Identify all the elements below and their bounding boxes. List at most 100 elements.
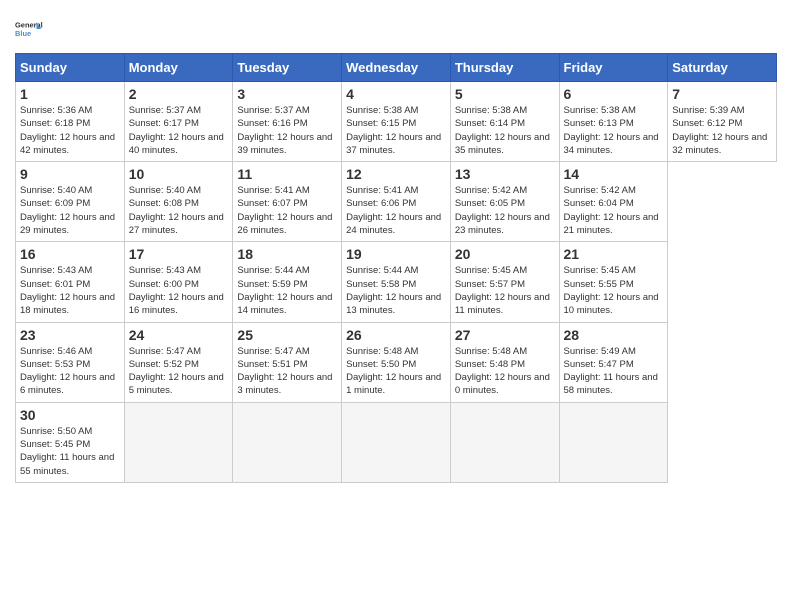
calendar-day-cell — [450, 402, 559, 482]
day-info: Sunrise: 5:43 AMSunset: 6:01 PMDaylight:… — [20, 264, 120, 317]
day-number: 25 — [237, 327, 337, 343]
day-info: Sunrise: 5:46 AMSunset: 5:53 PMDaylight:… — [20, 345, 120, 398]
weekday-header-row: SundayMondayTuesdayWednesdayThursdayFrid… — [16, 54, 777, 82]
day-info: Sunrise: 5:42 AMSunset: 6:05 PMDaylight:… — [455, 184, 555, 237]
calendar-day-cell: 19 Sunrise: 5:44 AMSunset: 5:58 PMDayligh… — [342, 242, 451, 322]
day-number: 10 — [129, 166, 229, 182]
calendar-day-cell: 2 Sunrise: 5:37 AMSunset: 6:17 PMDaylight… — [124, 82, 233, 162]
calendar-week-row: 1 Sunrise: 5:36 AMSunset: 6:18 PMDaylight… — [16, 82, 777, 162]
svg-text:Blue: Blue — [15, 29, 31, 38]
logo-icon: GeneralBlue — [15, 15, 43, 43]
day-number: 9 — [20, 166, 120, 182]
day-info: Sunrise: 5:37 AMSunset: 6:17 PMDaylight:… — [129, 104, 229, 157]
calendar-day-cell: 18 Sunrise: 5:44 AMSunset: 5:59 PMDayligh… — [233, 242, 342, 322]
day-number: 21 — [564, 246, 664, 262]
calendar-day-cell: 11 Sunrise: 5:41 AMSunset: 6:07 PMDayligh… — [233, 162, 342, 242]
day-info: Sunrise: 5:39 AMSunset: 6:12 PMDaylight:… — [672, 104, 772, 157]
weekday-header: Monday — [124, 54, 233, 82]
day-number: 19 — [346, 246, 446, 262]
day-info: Sunrise: 5:38 AMSunset: 6:13 PMDaylight:… — [564, 104, 664, 157]
day-number: 12 — [346, 166, 446, 182]
calendar-day-cell: 27 Sunrise: 5:48 AMSunset: 5:48 PMDayligh… — [450, 322, 559, 402]
day-number: 18 — [237, 246, 337, 262]
calendar-day-cell: 21 Sunrise: 5:45 AMSunset: 5:55 PMDayligh… — [559, 242, 668, 322]
day-info: Sunrise: 5:45 AMSunset: 5:55 PMDaylight:… — [564, 264, 664, 317]
day-info: Sunrise: 5:38 AMSunset: 6:15 PMDaylight:… — [346, 104, 446, 157]
calendar-day-cell: 24 Sunrise: 5:47 AMSunset: 5:52 PMDayligh… — [124, 322, 233, 402]
day-number: 26 — [346, 327, 446, 343]
day-info: Sunrise: 5:49 AMSunset: 5:47 PMDaylight:… — [564, 345, 664, 398]
day-number: 27 — [455, 327, 555, 343]
calendar-week-row: 30 Sunrise: 5:50 AMSunset: 5:45 PMDayligh… — [16, 402, 777, 482]
calendar-day-cell: 10 Sunrise: 5:40 AMSunset: 6:08 PMDayligh… — [124, 162, 233, 242]
day-number: 28 — [564, 327, 664, 343]
weekday-header: Sunday — [16, 54, 125, 82]
day-number: 13 — [455, 166, 555, 182]
day-number: 23 — [20, 327, 120, 343]
calendar-day-cell — [233, 402, 342, 482]
calendar-day-cell: 16 Sunrise: 5:43 AMSunset: 6:01 PMDayligh… — [16, 242, 125, 322]
day-info: Sunrise: 5:42 AMSunset: 6:04 PMDaylight:… — [564, 184, 664, 237]
calendar-day-cell: 28 Sunrise: 5:49 AMSunset: 5:47 PMDayligh… — [559, 322, 668, 402]
weekday-header: Tuesday — [233, 54, 342, 82]
day-number: 1 — [20, 86, 120, 102]
day-number: 4 — [346, 86, 446, 102]
calendar-day-cell: 6 Sunrise: 5:38 AMSunset: 6:13 PMDaylight… — [559, 82, 668, 162]
day-info: Sunrise: 5:36 AMSunset: 6:18 PMDaylight:… — [20, 104, 120, 157]
calendar-day-cell — [124, 402, 233, 482]
day-number: 6 — [564, 86, 664, 102]
day-number: 17 — [129, 246, 229, 262]
day-info: Sunrise: 5:48 AMSunset: 5:48 PMDaylight:… — [455, 345, 555, 398]
calendar-day-cell: 14 Sunrise: 5:42 AMSunset: 6:04 PMDayligh… — [559, 162, 668, 242]
day-info: Sunrise: 5:48 AMSunset: 5:50 PMDaylight:… — [346, 345, 446, 398]
page-header: GeneralBlue — [15, 15, 777, 43]
weekday-header: Saturday — [668, 54, 777, 82]
day-number: 11 — [237, 166, 337, 182]
calendar-day-cell — [559, 402, 668, 482]
day-number: 2 — [129, 86, 229, 102]
calendar-table: SundayMondayTuesdayWednesdayThursdayFrid… — [15, 53, 777, 483]
day-info: Sunrise: 5:40 AMSunset: 6:09 PMDaylight:… — [20, 184, 120, 237]
calendar-day-cell: 23 Sunrise: 5:46 AMSunset: 5:53 PMDayligh… — [16, 322, 125, 402]
calendar-day-cell: 30 Sunrise: 5:50 AMSunset: 5:45 PMDayligh… — [16, 402, 125, 482]
day-number: 20 — [455, 246, 555, 262]
day-info: Sunrise: 5:40 AMSunset: 6:08 PMDaylight:… — [129, 184, 229, 237]
day-info: Sunrise: 5:43 AMSunset: 6:00 PMDaylight:… — [129, 264, 229, 317]
day-number: 24 — [129, 327, 229, 343]
calendar-week-row: 9 Sunrise: 5:40 AMSunset: 6:09 PMDaylight… — [16, 162, 777, 242]
calendar-week-row: 23 Sunrise: 5:46 AMSunset: 5:53 PMDayligh… — [16, 322, 777, 402]
calendar-day-cell: 13 Sunrise: 5:42 AMSunset: 6:05 PMDayligh… — [450, 162, 559, 242]
calendar-day-cell: 20 Sunrise: 5:45 AMSunset: 5:57 PMDayligh… — [450, 242, 559, 322]
day-info: Sunrise: 5:47 AMSunset: 5:51 PMDaylight:… — [237, 345, 337, 398]
weekday-header: Thursday — [450, 54, 559, 82]
calendar-day-cell: 1 Sunrise: 5:36 AMSunset: 6:18 PMDaylight… — [16, 82, 125, 162]
day-info: Sunrise: 5:38 AMSunset: 6:14 PMDaylight:… — [455, 104, 555, 157]
day-info: Sunrise: 5:41 AMSunset: 6:07 PMDaylight:… — [237, 184, 337, 237]
calendar-day-cell: 12 Sunrise: 5:41 AMSunset: 6:06 PMDayligh… — [342, 162, 451, 242]
calendar-week-row: 16 Sunrise: 5:43 AMSunset: 6:01 PMDayligh… — [16, 242, 777, 322]
calendar-day-cell: 4 Sunrise: 5:38 AMSunset: 6:15 PMDaylight… — [342, 82, 451, 162]
calendar-day-cell: 9 Sunrise: 5:40 AMSunset: 6:09 PMDaylight… — [16, 162, 125, 242]
weekday-header: Wednesday — [342, 54, 451, 82]
calendar-day-cell: 5 Sunrise: 5:38 AMSunset: 6:14 PMDaylight… — [450, 82, 559, 162]
calendar-day-cell: 26 Sunrise: 5:48 AMSunset: 5:50 PMDayligh… — [342, 322, 451, 402]
calendar-day-cell: 3 Sunrise: 5:37 AMSunset: 6:16 PMDaylight… — [233, 82, 342, 162]
day-number: 5 — [455, 86, 555, 102]
day-info: Sunrise: 5:50 AMSunset: 5:45 PMDaylight:… — [20, 425, 120, 478]
day-number: 30 — [20, 407, 120, 423]
day-info: Sunrise: 5:44 AMSunset: 5:59 PMDaylight:… — [237, 264, 337, 317]
day-number: 3 — [237, 86, 337, 102]
day-info: Sunrise: 5:44 AMSunset: 5:58 PMDaylight:… — [346, 264, 446, 317]
day-info: Sunrise: 5:47 AMSunset: 5:52 PMDaylight:… — [129, 345, 229, 398]
logo: GeneralBlue — [15, 15, 43, 43]
day-info: Sunrise: 5:37 AMSunset: 6:16 PMDaylight:… — [237, 104, 337, 157]
day-number: 14 — [564, 166, 664, 182]
calendar-day-cell — [342, 402, 451, 482]
day-number: 16 — [20, 246, 120, 262]
day-info: Sunrise: 5:45 AMSunset: 5:57 PMDaylight:… — [455, 264, 555, 317]
calendar-day-cell: 25 Sunrise: 5:47 AMSunset: 5:51 PMDayligh… — [233, 322, 342, 402]
day-number: 7 — [672, 86, 772, 102]
day-info: Sunrise: 5:41 AMSunset: 6:06 PMDaylight:… — [346, 184, 446, 237]
weekday-header: Friday — [559, 54, 668, 82]
calendar-day-cell: 17 Sunrise: 5:43 AMSunset: 6:00 PMDayligh… — [124, 242, 233, 322]
